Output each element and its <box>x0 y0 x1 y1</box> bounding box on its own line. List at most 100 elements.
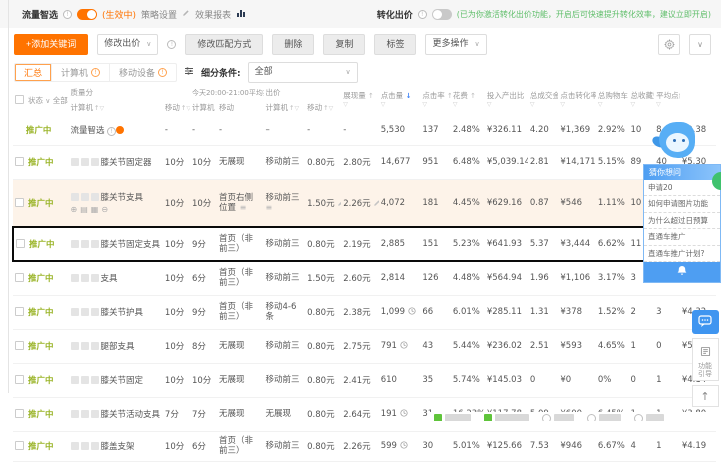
sort-arrow-icon[interactable]: ↓ <box>403 92 412 100</box>
more-actions-dropdown[interactable]: 更多操作 ∨ <box>425 33 487 55</box>
row-checkbox[interactable] <box>15 409 24 418</box>
filter-funnel-icon[interactable]: ▽ <box>381 101 386 108</box>
bar-chart-icon[interactable] <box>236 8 246 21</box>
sub-header[interactable]: 计算机↑▽ <box>264 100 306 115</box>
keyword-text[interactable]: 膝关节固定 <box>101 376 144 386</box>
plus-circle-icon[interactable]: ⊕ <box>71 205 81 214</box>
sub-header[interactable]: 移动↑▽ <box>163 100 190 115</box>
row-checkbox[interactable] <box>15 273 24 283</box>
info-icon[interactable]: ! <box>91 68 101 77</box>
report-link[interactable]: 效果报表 <box>195 8 231 21</box>
metric-header-点击量[interactable]: 点击量 ↓ ▽ <box>379 85 421 115</box>
metric-checkbox-item[interactable] <box>434 414 471 421</box>
filter-funnel-icon[interactable]: ▽ <box>329 105 334 112</box>
filter-funnel-icon[interactable]: ▽ <box>453 101 458 108</box>
bid-pc-cell[interactable]: 0.80元 <box>305 295 342 330</box>
bid-mobile-cell[interactable]: 2.26元 <box>341 179 379 228</box>
row-checkbox[interactable] <box>15 441 24 450</box>
bid-mobile-cell[interactable]: 2.60元 <box>341 261 379 296</box>
notification-bell-button[interactable] <box>644 261 720 282</box>
sort-arrow-icon[interactable]: ↑ <box>445 92 451 100</box>
sort-arrow-icon[interactable]: ↑ <box>524 92 528 100</box>
row-checkbox[interactable] <box>16 239 25 248</box>
clock-icon[interactable] <box>397 341 408 351</box>
bid-pc-cell[interactable]: 0.80元 <box>305 145 342 180</box>
row-checkbox[interactable] <box>15 157 24 166</box>
bid-pc-cell[interactable]: 1.50元 <box>305 261 342 296</box>
status-filter[interactable]: 状态 ∨ <box>28 96 50 105</box>
metric-icon-item[interactable] <box>634 414 664 421</box>
bid-pc-cell[interactable]: 0.80元 <box>305 226 342 262</box>
sub-header[interactable]: 计算机↑▽ <box>69 100 163 115</box>
keyword-text[interactable]: 膝关节护具 <box>101 308 144 318</box>
clock-icon[interactable] <box>405 307 416 317</box>
keyword-text[interactable]: 膝关节固定器 <box>101 158 152 168</box>
keyword-text[interactable]: 膝盖支架 <box>101 442 135 452</box>
back-to-top-button[interactable]: ↑ <box>691 385 719 408</box>
tag-button[interactable]: 标签 <box>374 33 417 55</box>
bid-mobile-cell[interactable]: 2.75元 <box>341 329 379 364</box>
device-tab-移动设备[interactable]: 移动设备! <box>110 64 176 81</box>
assistant-question[interactable]: 直通车推广计划? <box>644 246 720 262</box>
assistant-question[interactable]: 申请20 <box>644 180 720 197</box>
info-icon[interactable]: ! <box>107 126 117 136</box>
metric-header-总购物车数[interactable]: 总购物车数 ↑▽ <box>596 85 629 115</box>
bid-pc-cell[interactable]: 1.50元 <box>305 179 342 228</box>
chat-button[interactable] <box>691 310 719 334</box>
keyword-text[interactable]: 膝关节活动支具 <box>101 410 161 420</box>
bid-mobile-cell[interactable]: 2.26元 <box>341 431 379 462</box>
edit-pencil-icon[interactable] <box>371 199 379 209</box>
metric-header-点击转化率[interactable]: 点击转化率 ↑▽ <box>558 85 595 115</box>
list-icon[interactable]: ≡ <box>266 203 273 212</box>
minus-circle-icon[interactable]: ⊖ <box>101 205 111 214</box>
metric-header-总收藏数[interactable]: 总收藏数 ↑▽ <box>628 85 654 115</box>
filter-funnel-icon[interactable]: ▽ <box>343 101 348 108</box>
metric-icon-item[interactable] <box>542 414 574 421</box>
clock-icon[interactable] <box>397 409 408 419</box>
keyword-text[interactable]: 膝关节支具 <box>101 193 144 203</box>
sort-arrow-icon[interactable]: ↑ <box>366 92 374 100</box>
folder-icon[interactable]: ▤ <box>80 205 91 214</box>
filter-funnel-icon[interactable]: ▽ <box>630 101 635 108</box>
sub-header[interactable]: 移动 <box>217 100 263 115</box>
device-tab-汇总[interactable]: 汇总 <box>15 64 53 81</box>
metric-checkbox-item[interactable] <box>484 414 529 421</box>
clock-icon[interactable] <box>397 441 408 451</box>
bid-mobile-cell[interactable]: 2.41元 <box>341 363 379 398</box>
info-icon[interactable]: ! <box>63 9 73 19</box>
bid-pc-cell[interactable]: - <box>305 115 342 146</box>
add-keyword-button[interactable]: +添加关键词 <box>14 33 89 55</box>
bid-mobile-cell[interactable]: 2.19元 <box>341 226 379 262</box>
chart-icon[interactable]: ▦ <box>91 205 102 214</box>
settings-gear-button[interactable] <box>658 33 680 55</box>
metric-header-花费[interactable]: 花费 ↑ ▽ <box>451 85 485 115</box>
filter-funnel-icon[interactable]: ▽ <box>487 101 492 108</box>
bid-mobile-cell[interactable]: 2.80元 <box>341 145 379 180</box>
smart-traffic-toggle[interactable] <box>77 8 98 20</box>
assistant-question[interactable]: 如何申请图片功能 <box>644 196 720 213</box>
bid-pc-cell[interactable]: 0.80元 <box>305 397 342 432</box>
bid-mobile-cell[interactable]: 2.64元 <box>341 397 379 432</box>
filter-funnel-icon[interactable]: ▽ <box>422 101 427 108</box>
condition-select[interactable]: 全部 ∨ <box>247 62 358 83</box>
filter-funnel-icon[interactable]: ▽ <box>294 105 299 112</box>
info-icon[interactable]: ! <box>417 9 427 19</box>
delete-button[interactable]: 删除 <box>272 33 315 55</box>
modify-match-button[interactable]: 修改匹配方式 <box>185 33 264 55</box>
device-tab-计算机[interactable]: 计算机! <box>52 64 111 81</box>
sub-header[interactable]: 移动↑▽ <box>305 100 341 115</box>
keyword-text[interactable]: 支具 <box>101 274 118 284</box>
bid-mobile-cell[interactable]: 2.38元 <box>341 295 379 330</box>
assistant-mascot-icon[interactable] <box>650 120 699 164</box>
edit-pencil-icon[interactable] <box>335 199 342 209</box>
metric-header-总成交金额[interactable]: 总成交金额 ↑▽ <box>528 85 559 115</box>
metric-header-点击率[interactable]: 点击率 ↑ ▽ <box>420 85 451 115</box>
scope-filter[interactable]: 全部 ∨ <box>50 96 68 105</box>
row-checkbox[interactable] <box>15 307 24 316</box>
filter-funnel-icon[interactable]: ▽ <box>530 101 535 108</box>
info-icon[interactable]: ! <box>167 39 177 49</box>
filter-funnel-icon[interactable]: ▽ <box>99 105 104 112</box>
filter-funnel-icon[interactable]: ▽ <box>186 105 190 112</box>
conversion-bid-toggle[interactable] <box>431 8 452 20</box>
filter-funnel-icon[interactable]: ▽ <box>560 101 565 108</box>
